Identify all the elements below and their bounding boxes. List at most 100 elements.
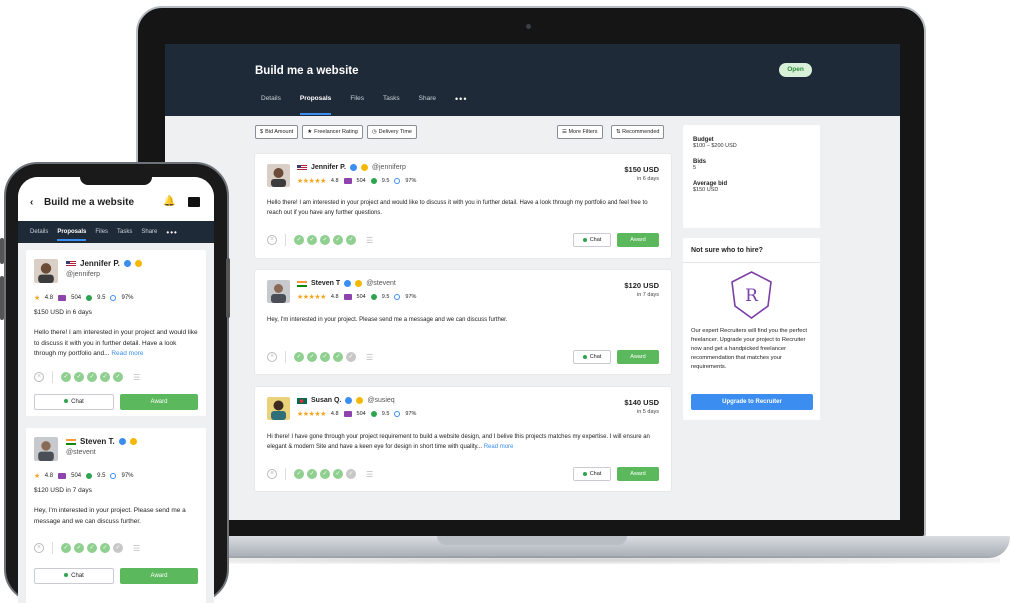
freelancer-stats: ★★★★★ 4.8 504 9.5 97% xyxy=(297,178,417,185)
reviews-icon xyxy=(58,473,67,479)
check-icon: ✓ xyxy=(100,543,110,553)
reject-icon[interactable]: × xyxy=(34,543,44,553)
menu-icon[interactable]: ☰ xyxy=(366,236,373,245)
verified-icon xyxy=(349,164,357,171)
divider xyxy=(52,371,53,383)
divider xyxy=(52,542,53,554)
more-tabs-icon[interactable]: ••• xyxy=(166,228,177,237)
divider xyxy=(285,234,286,246)
freelancer-name[interactable]: Jennifer P. xyxy=(80,259,120,268)
tab-tasks[interactable]: Tasks xyxy=(383,94,400,114)
tab-files[interactable]: Files xyxy=(350,94,364,114)
award-button[interactable]: Award xyxy=(120,394,198,410)
chat-button[interactable]: Chat xyxy=(34,394,114,410)
more-tabs-icon[interactable]: ••• xyxy=(455,94,467,114)
completion-icon xyxy=(394,294,401,300)
reject-icon[interactable]: × xyxy=(267,235,277,245)
tab-files[interactable]: Files xyxy=(95,229,108,235)
india-flag-icon xyxy=(297,280,307,287)
more-filters-button[interactable]: ☰ More Filters xyxy=(557,125,603,139)
award-button[interactable]: Award xyxy=(617,350,659,364)
phone-side-button xyxy=(0,238,4,264)
chat-icon[interactable] xyxy=(188,197,200,207)
verification-checks: ✓ ✓ ✓ ✓ ✓ xyxy=(294,235,356,245)
project-title: Build me a website xyxy=(255,65,359,77)
freelancer-name[interactable]: Steven T. xyxy=(80,437,115,446)
menu-icon[interactable]: ☰ xyxy=(366,353,373,362)
tab-proposals[interactable]: Proposals xyxy=(57,229,87,241)
read-more-link[interactable]: Read more xyxy=(111,350,143,357)
check-icon: ✓ xyxy=(74,543,84,553)
menu-icon[interactable]: ☰ xyxy=(133,544,140,553)
check-icon: ✓ xyxy=(87,372,97,382)
camera xyxy=(526,24,531,29)
freelancer-handle: @jenniferp xyxy=(66,271,100,278)
check-icon: ✓ xyxy=(74,372,84,382)
freelancer-name-row: Steven T. xyxy=(66,437,137,446)
chat-button[interactable]: Chat xyxy=(573,233,611,247)
award-button[interactable]: Award xyxy=(617,467,659,481)
filter-delivery-time[interactable]: ◷ Delivery Time xyxy=(366,125,417,139)
proposal-card: Susan Q. @susieq ★★★★★ 4.8 504 9.5 97% $… xyxy=(255,387,671,491)
menu-icon[interactable]: ☰ xyxy=(366,470,373,479)
proposal-text: Hello there! I am interested in your pro… xyxy=(34,329,198,357)
average-bid-value: $150 USD xyxy=(693,187,719,193)
freelancer-handle: @stevent xyxy=(66,449,96,456)
freelancer-name[interactable]: Jennifer P. xyxy=(311,164,346,171)
reject-icon[interactable]: × xyxy=(34,372,44,382)
proposal-actions: × ✓ ✓ ✓ ✓ ✓ ☰ xyxy=(34,371,198,383)
filter-bid-amount[interactable]: $ Bid Amount xyxy=(255,125,299,139)
award-button[interactable]: Award xyxy=(120,568,198,584)
bids-value: 5 xyxy=(693,165,697,171)
proposal-buttons: Chat Award xyxy=(34,394,198,410)
verified-icon xyxy=(123,260,131,267)
freelancer-stats: ★ 4.8 504 9.5 97% xyxy=(34,295,134,302)
menu-icon[interactable]: ☰ xyxy=(133,373,140,382)
verified-icon xyxy=(345,397,353,404)
filter-freelancer-rating[interactable]: ★ Freelancer Rating xyxy=(302,125,363,139)
star-icon: ★ xyxy=(34,295,40,302)
status-badge: Open xyxy=(779,63,812,77)
delivery-days: in 6 days xyxy=(636,176,659,182)
laptop-shadow xyxy=(120,556,1000,564)
score-icon xyxy=(370,411,377,417)
phone-side-button xyxy=(0,276,4,320)
sort-recommended-button[interactable]: ⇅ Recommended xyxy=(611,125,665,139)
recruiter-letter: R xyxy=(745,286,759,306)
chat-button[interactable]: Chat xyxy=(34,568,114,584)
verification-checks: ✓ ✓ ✓ ✓ ✓ xyxy=(61,372,123,382)
reject-icon[interactable]: × xyxy=(267,469,277,479)
tab-share[interactable]: Share xyxy=(419,94,436,114)
bell-icon[interactable]: 🔔 xyxy=(163,196,175,207)
award-button[interactable]: Award xyxy=(617,233,659,247)
check-icon: ✓ xyxy=(307,235,317,245)
check-icon: ✓ xyxy=(320,235,330,245)
proposal-text: Hello there! I am interested in your pro… xyxy=(267,200,648,216)
freelancer-handle: @stevent xyxy=(366,280,396,287)
score-icon xyxy=(370,178,377,184)
tab-details[interactable]: Details xyxy=(30,229,48,235)
chat-button[interactable]: Chat xyxy=(573,467,611,481)
freelancer-name[interactable]: Susan Q. xyxy=(311,397,341,404)
freelancer-name[interactable]: Steven T xyxy=(311,280,340,287)
back-icon[interactable]: ‹ xyxy=(30,197,33,208)
freelancer-name-row: Jennifer P. xyxy=(66,259,142,268)
project-tabs: Details Proposals Files Tasks Share ••• xyxy=(261,94,467,115)
proposal-card: Steven T. @stevent ★ 4.8 504 9.5 97% $120… xyxy=(26,428,206,603)
recruiter-shield-icon: R xyxy=(731,271,772,319)
proposal-card: Jennifer P. @jenniferp ★ 4.8 504 9.5 97% … xyxy=(26,250,206,416)
us-flag-icon xyxy=(297,164,307,171)
reject-icon[interactable]: × xyxy=(267,352,277,362)
proposal-actions: × ✓ ✓ ✓ ✓ ✓ ☰ Chat Award xyxy=(267,350,659,364)
tab-details[interactable]: Details xyxy=(261,94,281,114)
freelancer-stats: ★★★★★ 4.8 504 9.5 97% xyxy=(297,411,417,418)
tab-proposals[interactable]: Proposals xyxy=(299,94,332,115)
read-more-link[interactable]: Read more xyxy=(484,444,514,450)
upgrade-recruiter-button[interactable]: Upgrade to Recruiter xyxy=(691,394,813,410)
clock-icon: ◷ xyxy=(371,129,377,135)
star-rating-icon: ★★★★★ xyxy=(297,411,326,418)
check-icon: ✓ xyxy=(113,372,123,382)
tab-share[interactable]: Share xyxy=(141,229,157,235)
tab-tasks[interactable]: Tasks xyxy=(117,229,132,235)
chat-button[interactable]: Chat xyxy=(573,350,611,364)
